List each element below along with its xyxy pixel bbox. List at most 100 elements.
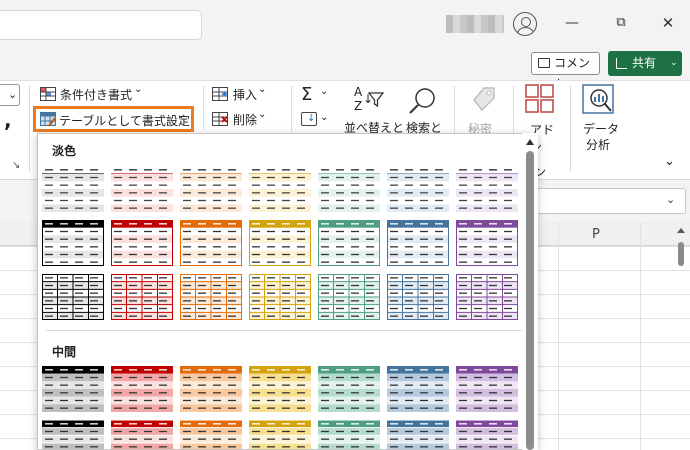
restore-button[interactable]: ⧉ — [611, 14, 631, 32]
table-style-preview-icon — [249, 366, 311, 412]
format-as-table-button[interactable]: テーブルとして書式設定 ⌄ — [33, 106, 194, 132]
table-style-swatch[interactable] — [249, 366, 311, 412]
comma-style-icon[interactable]: , — [4, 108, 12, 132]
close-button[interactable]: ✕ — [658, 14, 678, 32]
table-style-swatch[interactable] — [387, 220, 449, 266]
formula-expand-icon[interactable]: ⌄ — [666, 193, 675, 206]
table-style-swatch[interactable] — [318, 220, 380, 266]
group-separator — [454, 86, 455, 136]
table-style-preview-icon — [249, 274, 311, 320]
table-style-preview-icon — [42, 274, 104, 320]
delete-cells-icon — [212, 112, 228, 126]
comment-button[interactable]: コメント — [531, 52, 600, 91]
table-style-swatch[interactable] — [387, 366, 449, 412]
conditional-format-icon — [40, 87, 56, 101]
sensitivity-button[interactable]: 秘密 — [462, 86, 502, 136]
table-style-swatch[interactable] — [387, 274, 449, 320]
profile-icon[interactable] — [513, 12, 537, 36]
sort-filter-button[interactable]: A Z ↓ 並べ替えと — [344, 85, 404, 135]
gallery-scrollbar[interactable] — [522, 133, 538, 450]
number-dialog-launcher-icon[interactable]: ↘ — [12, 160, 20, 171]
table-style-swatch[interactable] — [111, 274, 173, 320]
gallery-scroll-thumb[interactable] — [526, 151, 534, 450]
data-analysis-button[interactable]: データ 分析 — [578, 84, 622, 152]
fill-icon[interactable]: ↓ — [301, 112, 317, 126]
table-style-swatch[interactable] — [180, 274, 242, 320]
format-as-table-chevron-icon: ⌄ — [177, 110, 186, 121]
column-header-P[interactable]: P — [592, 227, 600, 242]
table-style-swatch[interactable] — [318, 166, 380, 212]
gallery-scroll-up-icon[interactable] — [526, 139, 534, 145]
group-separator — [570, 86, 571, 172]
table-style-swatch[interactable] — [387, 166, 449, 212]
share-icon — [616, 58, 627, 69]
table-style-preview-icon — [456, 220, 518, 266]
table-style-swatch[interactable] — [249, 166, 311, 212]
group-separator — [203, 86, 204, 130]
table-style-swatch[interactable] — [111, 220, 173, 266]
conditional-format-button[interactable]: 条件付き書式 ⌄ — [40, 84, 150, 104]
group-separator — [291, 86, 292, 132]
delete-chevron-icon: ⌄ — [258, 109, 267, 120]
table-style-swatch[interactable] — [42, 420, 104, 449]
table-style-swatch[interactable] — [249, 274, 311, 320]
table-style-swatch[interactable] — [111, 166, 173, 212]
search-box[interactable] — [0, 10, 202, 40]
table-style-preview-icon — [180, 166, 242, 212]
filter-funnel-icon — [368, 92, 384, 108]
scroll-thumb[interactable] — [678, 242, 684, 266]
table-style-swatch[interactable] — [387, 420, 449, 449]
table-style-swatch[interactable] — [111, 366, 173, 412]
autosum-icon[interactable]: Σ — [301, 84, 312, 105]
autosum-chevron-icon[interactable]: ⌄ — [320, 86, 328, 97]
table-style-preview-icon — [111, 366, 173, 412]
scroll-up-icon[interactable] — [677, 228, 685, 233]
table-style-preview-icon — [387, 220, 449, 266]
table-style-swatch[interactable] — [111, 420, 173, 449]
table-style-swatch[interactable] — [456, 420, 518, 449]
section-light-label: 淡色 — [52, 144, 77, 158]
sort-az-icon: A — [354, 85, 363, 99]
table-style-swatch[interactable] — [42, 274, 104, 320]
comment-icon — [538, 58, 550, 68]
sheet-vertical-scrollbar[interactable] — [676, 226, 686, 450]
share-dropdown-icon[interactable]: ⌄ — [670, 51, 678, 76]
table-style-swatch[interactable] — [42, 220, 104, 266]
table-style-swatch[interactable] — [249, 220, 311, 266]
table-style-swatch[interactable] — [456, 166, 518, 212]
minimize-button[interactable]: — — [562, 14, 582, 32]
table-style-preview-icon — [318, 420, 380, 449]
number-format-chevron-icon: ⌄ — [8, 88, 18, 101]
table-style-preview-icon — [456, 166, 518, 212]
table-style-swatch[interactable] — [180, 220, 242, 266]
table-style-preview-icon — [111, 274, 173, 320]
table-style-swatch[interactable] — [318, 366, 380, 412]
fill-chevron-icon[interactable]: ⌄ — [320, 112, 328, 123]
table-style-swatch[interactable] — [249, 420, 311, 449]
magnifier-icon — [409, 88, 435, 114]
table-style-swatch[interactable] — [180, 366, 242, 412]
account-name-blurred — [446, 15, 504, 33]
table-style-swatch[interactable] — [456, 274, 518, 320]
table-style-swatch[interactable] — [42, 166, 104, 212]
table-style-swatch[interactable] — [180, 420, 242, 449]
share-button[interactable]: 共有 ⌄ — [608, 51, 682, 76]
table-style-preview-icon — [318, 166, 380, 212]
collapse-ribbon-icon[interactable]: ⌄ — [664, 154, 675, 169]
table-style-preview-icon — [180, 274, 242, 320]
group-separator — [29, 86, 30, 172]
insert-label: 挿入 — [233, 88, 258, 102]
table-style-swatch[interactable] — [456, 366, 518, 412]
formula-input[interactable] — [520, 188, 686, 214]
delete-button[interactable]: 削除 ⌄ — [212, 109, 282, 129]
table-style-swatch[interactable] — [318, 420, 380, 449]
table-style-swatch[interactable] — [42, 366, 104, 412]
table-style-swatch[interactable] — [318, 274, 380, 320]
find-select-button[interactable]: 検索と — [404, 86, 444, 135]
insert-button[interactable]: 挿入 ⌄ — [212, 84, 282, 104]
table-style-swatch[interactable] — [456, 220, 518, 266]
table-style-preview-icon — [318, 274, 380, 320]
table-style-swatch[interactable] — [180, 166, 242, 212]
data-analysis-label-line2: 分析 — [586, 138, 611, 152]
table-style-preview-icon — [318, 220, 380, 266]
